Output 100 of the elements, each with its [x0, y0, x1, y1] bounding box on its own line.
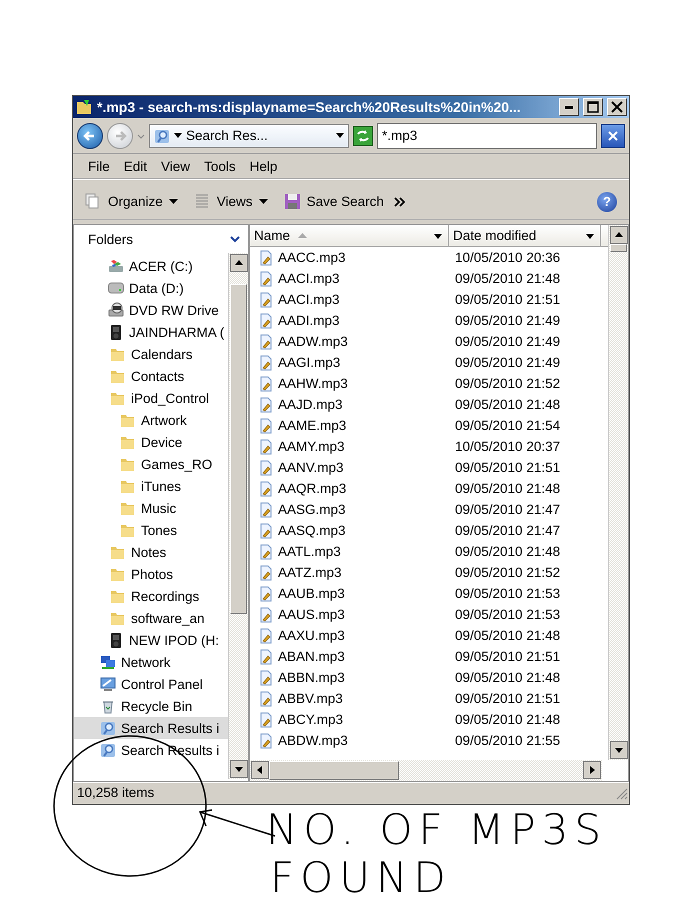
- tree-item[interactable]: Data (D:): [74, 277, 228, 299]
- file-name[interactable]: AAJD.mp3: [250, 396, 449, 412]
- vertical-scrollbar[interactable]: [608, 225, 628, 760]
- tree-item[interactable]: Photos: [74, 563, 228, 585]
- minimize-button[interactable]: [559, 98, 579, 116]
- tree-item[interactable]: Music: [74, 497, 228, 519]
- tree-item[interactable]: ACER (C:): [74, 255, 228, 277]
- folder-icon: [110, 566, 126, 582]
- close-button[interactable]: [607, 98, 627, 116]
- clear-search-button[interactable]: [601, 124, 625, 148]
- back-button[interactable]: [77, 122, 103, 148]
- file-name[interactable]: AAHW.mp3: [250, 376, 449, 392]
- date-cell-text: 09/05/2010 21:52: [454, 376, 562, 391]
- file-name[interactable]: AAQR.mp3: [250, 480, 449, 496]
- address-text: Search Res...: [186, 128, 269, 143]
- menu-item[interactable]: Tools: [197, 158, 243, 174]
- menu-item[interactable]: View: [154, 158, 198, 174]
- tree-item[interactable]: DVD RW Drive: [74, 299, 228, 321]
- search-folder-icon: [100, 742, 116, 758]
- file-name[interactable]: AATL.mp3: [250, 544, 449, 560]
- tree-item[interactable]: Artwork: [74, 409, 228, 431]
- maximize-button[interactable]: [583, 98, 603, 116]
- menu-item[interactable]: File: [81, 158, 117, 174]
- tree-item[interactable]: Network: [74, 651, 228, 673]
- audio-file-icon: [258, 628, 274, 644]
- file-name[interactable]: AACI.mp3: [250, 292, 449, 308]
- file-name[interactable]: AASQ.mp3: [250, 522, 449, 538]
- file-name[interactable]: AAMY.mp3: [250, 438, 449, 454]
- caret-icon[interactable]: [336, 132, 344, 138]
- file-name[interactable]: AADW.mp3: [250, 334, 449, 350]
- tree-item[interactable]: Contacts: [74, 365, 228, 387]
- tree-item[interactable]: iPod_Control: [74, 387, 228, 409]
- folder-icon: [110, 346, 126, 362]
- file-name[interactable]: AAUS.mp3: [250, 606, 449, 622]
- folder-icon: [120, 500, 136, 516]
- tree-item[interactable]: Tones: [74, 519, 228, 541]
- horizontal-scrollbar[interactable]: [250, 760, 602, 781]
- date-cell-text: 09/05/2010 21:48: [454, 397, 562, 412]
- chevron-icon[interactable]: [394, 196, 405, 206]
- file-name[interactable]: ABAN.mp3: [250, 648, 449, 664]
- audio-file-icon: [258, 564, 274, 580]
- tree-item[interactable]: Games_RO: [74, 453, 228, 475]
- file-name[interactable]: AAGI.mp3: [250, 354, 449, 370]
- tree-item[interactable]: JAINDHARMA (: [74, 321, 228, 343]
- file-name[interactable]: ABDW.mp3: [250, 732, 449, 748]
- file-name[interactable]: AASG.mp3: [250, 502, 449, 518]
- audio-file-icon: [258, 250, 274, 266]
- scrollbar-thumb[interactable]: [269, 761, 399, 780]
- tree-item[interactable]: NEW IPOD (H:: [74, 629, 228, 651]
- folder-icon: [110, 368, 126, 384]
- file-name[interactable]: AAUB.mp3: [250, 586, 449, 602]
- date-cell-text: 09/05/2010 21:51: [454, 649, 562, 664]
- audio-file-icon: [258, 376, 274, 392]
- file-name[interactable]: ABCY.mp3: [250, 712, 449, 728]
- folder-icon: [120, 412, 136, 428]
- tree-item[interactable]: Calendars: [74, 343, 228, 365]
- control-panel-icon: [100, 676, 116, 692]
- scrollbar-thumb[interactable]: [610, 244, 627, 252]
- file-name[interactable]: AANV.mp3: [250, 460, 449, 476]
- address-bar[interactable]: Search Res...: [149, 124, 349, 148]
- audio-file-icon: [258, 732, 274, 748]
- tree-item[interactable]: iTunes: [74, 475, 228, 497]
- tree-item[interactable]: Device: [74, 431, 228, 453]
- network-icon: [100, 654, 116, 670]
- scrollbar-thumb[interactable]: [230, 284, 247, 614]
- chevron-down-icon[interactable]: [230, 236, 240, 242]
- audio-file-icon: [258, 270, 274, 286]
- column-header[interactable]: Date modified: [449, 225, 601, 246]
- refresh-button[interactable]: [353, 126, 373, 146]
- file-name[interactable]: AAXU.mp3: [250, 628, 449, 644]
- file-name[interactable]: ABBN.mp3: [250, 670, 449, 686]
- menu-item[interactable]: Help: [242, 158, 284, 174]
- tree-item[interactable]: Recordings: [74, 585, 228, 607]
- file-name[interactable]: AACC.mp3: [250, 250, 449, 266]
- column-header[interactable]: Name: [250, 225, 449, 246]
- tree-item[interactable]: Recycle Bin: [74, 695, 228, 717]
- vertical-scrollbar[interactable]: [228, 253, 248, 779]
- save-button[interactable]: Save Search: [278, 191, 390, 212]
- views-button[interactable]: Views: [188, 191, 274, 212]
- file-name[interactable]: AATZ.mp3: [250, 564, 449, 580]
- search-field[interactable]: *.mp3: [377, 122, 597, 148]
- file-name[interactable]: AADI.mp3: [250, 312, 449, 328]
- organize-button[interactable]: Organize: [79, 191, 184, 212]
- file-name[interactable]: AACI.mp3: [250, 270, 449, 286]
- date-cell-text: 09/05/2010 21:51: [454, 292, 562, 307]
- caret-icon: [258, 199, 268, 204]
- close-icon: [609, 100, 625, 114]
- tree-item[interactable]: Notes: [74, 541, 228, 563]
- menu-item[interactable]: Edit: [116, 158, 154, 174]
- tree-item[interactable]: Search Results i: [74, 717, 228, 739]
- file-name[interactable]: AAME.mp3: [250, 418, 449, 434]
- file-name[interactable]: ABBV.mp3: [250, 690, 449, 706]
- tree-item[interactable]: software_an: [74, 607, 228, 629]
- audio-file-icon: [258, 544, 274, 560]
- tree-item[interactable]: Control Panel: [74, 673, 228, 695]
- pane-title: Folders: [88, 232, 134, 246]
- date-cell-text: 09/05/2010 21:48: [454, 271, 562, 286]
- audio-file-icon: [258, 418, 274, 434]
- handwritten-note: FOUND: [270, 854, 453, 900]
- maximize-icon: [585, 100, 601, 114]
